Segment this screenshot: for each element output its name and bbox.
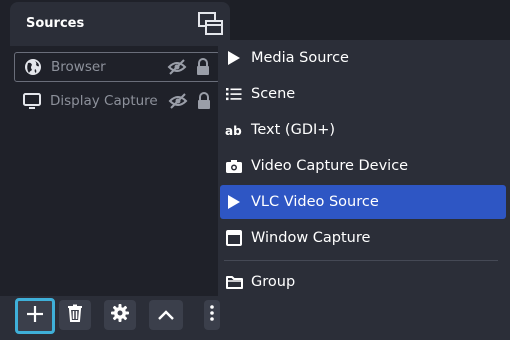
sources-list: Browser Display Capture: [0, 46, 230, 296]
undock-icon[interactable]: [197, 11, 225, 39]
source-item-browser[interactable]: Browser: [14, 52, 220, 82]
svg-text:ab: ab: [225, 124, 242, 137]
monitor-icon: [23, 92, 41, 110]
plus-icon: [25, 304, 45, 328]
sources-toolbar: [0, 296, 510, 340]
trash-icon: [67, 304, 83, 326]
source-label: Display Capture: [50, 93, 158, 109]
add-source-context-menu: Media Source Scene ab Text (GDI+) Video …: [218, 40, 510, 296]
globe-icon: [24, 58, 42, 76]
menu-item-video-capture-device[interactable]: Video Capture Device: [220, 149, 506, 183]
menu-item-scene[interactable]: Scene: [220, 77, 506, 111]
folder-icon: [224, 272, 244, 292]
play-icon: [224, 48, 244, 68]
menu-item-window-capture[interactable]: Window Capture: [220, 221, 506, 255]
play-icon: [224, 192, 244, 212]
more-options-button[interactable]: [204, 300, 220, 330]
menu-item-label: VLC Video Source: [251, 194, 379, 210]
lock-icon[interactable]: [193, 57, 213, 77]
menu-item-group[interactable]: Group: [220, 265, 506, 299]
remove-source-button[interactable]: [59, 300, 91, 330]
gear-icon: [111, 304, 129, 326]
visibility-hidden-icon[interactable]: [167, 57, 187, 77]
menu-separator: [224, 260, 498, 261]
dock-title: Sources: [26, 16, 85, 31]
menu-item-label: Group: [251, 274, 296, 290]
text-ab-icon: ab: [224, 120, 244, 140]
menu-item-label: Video Capture Device: [251, 158, 409, 174]
list-icon: [224, 84, 244, 104]
source-properties-button[interactable]: [104, 300, 136, 330]
add-source-button[interactable]: [15, 298, 55, 334]
source-item-display-capture[interactable]: Display Capture: [14, 86, 220, 116]
move-up-button[interactable]: [149, 300, 183, 330]
menu-item-label: Scene: [251, 86, 296, 102]
lock-icon[interactable]: [194, 91, 214, 111]
more-vertical-icon: [210, 305, 214, 325]
menu-item-label: Text (GDI+): [251, 122, 336, 138]
menu-item-label: Window Capture: [251, 230, 371, 246]
menu-item-vlc-video-source[interactable]: VLC Video Source: [220, 185, 506, 219]
menu-item-text-gdi[interactable]: ab Text (GDI+): [220, 113, 506, 147]
chevron-up-icon: [157, 306, 175, 325]
sources-dock-header: Sources: [10, 2, 230, 46]
menu-item-label: Media Source: [251, 50, 349, 66]
window-icon: [224, 228, 244, 248]
camera-icon: [224, 156, 244, 176]
menu-item-media-source[interactable]: Media Source: [220, 41, 506, 75]
source-label: Browser: [51, 59, 106, 75]
visibility-hidden-icon[interactable]: [168, 91, 188, 111]
